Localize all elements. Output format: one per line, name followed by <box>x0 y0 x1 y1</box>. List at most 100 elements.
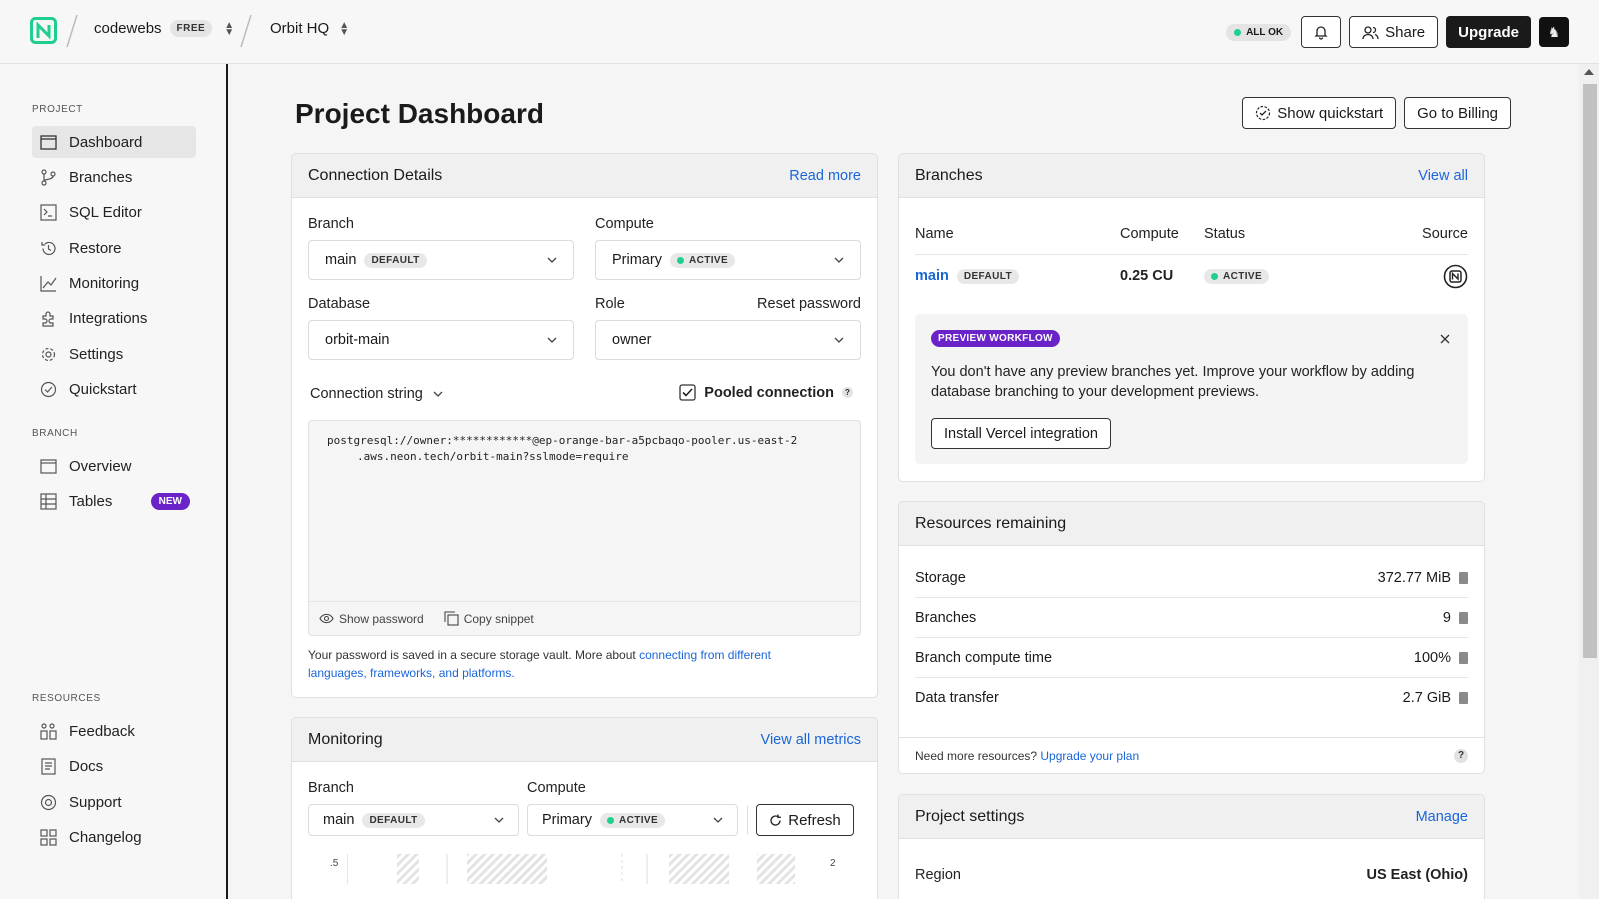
preview-workflow-panel: PREVIEW WORKFLOW You don't have any prev… <box>915 314 1468 464</box>
chart-axis-right: 2 <box>830 858 836 869</box>
sidebar-item-support[interactable]: Support <box>32 786 196 818</box>
sidebar-item-dashboard[interactable]: Dashboard <box>32 126 196 158</box>
install-vercel-button[interactable]: Install Vercel integration <box>931 418 1111 449</box>
page-scrollbar[interactable] <box>1579 64 1599 899</box>
role-value: owner <box>612 332 652 348</box>
notifications-button[interactable] <box>1301 16 1342 48</box>
compute-value: Primary <box>612 252 662 268</box>
connection-string-dropdown[interactable]: Connection string <box>310 386 443 402</box>
role-select[interactable]: owner <box>595 320 861 360</box>
copy-snippet-button[interactable]: Copy snippet <box>444 611 534 626</box>
resource-label: Storage <box>915 569 966 586</box>
sidebar-item-label: Tables <box>69 492 113 510</box>
column-header-compute: Compute <box>1120 226 1179 242</box>
monitoring-branch-select[interactable]: main DEFAULT <box>308 804 519 836</box>
sidebar-item-monitoring[interactable]: Monitoring <box>32 267 196 299</box>
reset-password-link[interactable]: Reset password <box>757 296 861 312</box>
status-text: ALL OK <box>1246 26 1284 38</box>
chevron-updown-icon: ▲ ▼ <box>339 19 350 38</box>
resource-value: 100% <box>1413 649 1451 666</box>
preview-workflow-text: You don't have any preview branches yet.… <box>931 364 1415 400</box>
view-all-metrics-link[interactable]: View all metrics <box>761 732 861 748</box>
main-content: Project Dashboard Show quickstart Go to … <box>228 64 1599 899</box>
compute-select[interactable]: Primary ACTIVE <box>595 240 861 280</box>
checkbox-checked-icon[interactable] <box>679 384 696 401</box>
monitoring-compute-select[interactable]: Primary ACTIVE <box>527 804 738 836</box>
pooled-connection-label: Pooled connection <box>704 384 834 401</box>
chart-hatch-region <box>397 854 419 884</box>
branch-compute-link[interactable]: 0.25 CU <box>1120 268 1173 284</box>
close-icon[interactable] <box>1440 334 1450 344</box>
database-select[interactable]: orbit-main <box>308 320 574 360</box>
usage-bar-icon <box>1459 692 1468 704</box>
share-button[interactable]: Share <box>1349 16 1439 48</box>
manage-settings-link[interactable]: Manage <box>1416 809 1468 825</box>
dashboard-icon <box>40 134 57 150</box>
active-dot-icon <box>676 256 684 264</box>
sidebar-item-overview[interactable]: Overview <box>32 450 196 482</box>
sidebar-item-restore[interactable]: Restore <box>32 232 196 264</box>
sidebar-item-settings[interactable]: Settings <box>32 338 196 370</box>
sidebar-item-branches[interactable]: Branches <box>32 161 196 193</box>
org-switcher[interactable]: codewebs FREE ▲ ▼ <box>94 20 234 37</box>
status-badge[interactable]: ALL OK <box>1226 23 1292 41</box>
upgrade-plan-link[interactable]: Upgrade your plan <box>1040 749 1139 763</box>
database-label: Database <box>308 296 371 312</box>
restore-icon <box>41 241 56 255</box>
active-tag-text: ACTIVE <box>688 254 729 266</box>
column-header-status: Status <box>1204 226 1246 242</box>
chevron-down-icon <box>494 817 504 823</box>
sidebar-item-tables[interactable]: Tables NEW <box>32 485 196 517</box>
chevron-down-icon <box>834 337 844 343</box>
sidebar-item-changelog[interactable]: Changelog <box>32 821 196 853</box>
chart-hatch-region <box>757 854 795 884</box>
scrollbar-thumb[interactable] <box>1583 84 1597 658</box>
resources-footer: Need more resources? Upgrade your plan ? <box>899 737 1484 773</box>
read-more-link[interactable]: Read more <box>789 168 861 184</box>
scroll-up-icon[interactable] <box>1584 69 1594 75</box>
refresh-button[interactable]: Refresh <box>756 804 854 836</box>
help-icon[interactable]: ? <box>842 387 853 398</box>
new-badge: NEW <box>150 492 190 510</box>
help-icon[interactable]: ? <box>1454 748 1468 763</box>
card-title: Project settings <box>915 807 1025 825</box>
active-tag-text: ACTIVE <box>618 814 659 826</box>
bell-icon <box>1314 26 1328 40</box>
section-label-resources: RESOURCES <box>32 693 101 704</box>
resource-row-branches: Branches 9 <box>915 598 1468 638</box>
breadcrumb-separator-icon <box>66 14 78 48</box>
sidebar-item-feedback[interactable]: Feedback <box>32 715 196 747</box>
user-avatar[interactable]: ♞ <box>1539 17 1569 47</box>
overview-icon <box>40 458 57 474</box>
go-to-billing-button[interactable]: Go to Billing <box>1404 97 1511 129</box>
neon-logo-icon[interactable] <box>30 17 57 44</box>
connection-string-line: postgresql://owner:************@ep-orang… <box>327 434 798 447</box>
active-tag: ACTIVE <box>669 252 736 268</box>
default-tag: DEFAULT <box>364 252 427 268</box>
sidebar-item-docs[interactable]: Docs <box>32 750 196 782</box>
sidebar-item-label: Support <box>69 793 122 811</box>
show-quickstart-button[interactable]: Show quickstart <box>1242 97 1397 129</box>
monitoring-card: Monitoring View all metrics Branch main … <box>291 717 878 899</box>
sidebar-item-label: Branches <box>69 168 133 186</box>
project-switcher[interactable]: Orbit HQ ▲ ▼ <box>270 20 349 37</box>
upgrade-button[interactable]: Upgrade <box>1446 16 1531 48</box>
branch-select[interactable]: main DEFAULT <box>308 240 574 280</box>
project-name: Orbit HQ <box>270 20 330 37</box>
project-settings-card: Project settings Manage Region US East (… <box>898 794 1485 899</box>
view-all-branches-link[interactable]: View all <box>1418 168 1468 184</box>
branch-value: main <box>323 812 355 828</box>
sidebar-item-quickstart[interactable]: Quickstart <box>32 373 196 405</box>
sidebar-item-integrations[interactable]: Integrations <box>32 302 196 334</box>
sidebar-item-sql-editor[interactable]: SQL Editor <box>32 196 196 228</box>
resource-row-storage: Storage 372.77 MiB <box>915 558 1468 598</box>
pooled-connection-toggle[interactable]: Pooled connection ? <box>679 384 853 401</box>
show-password-button[interactable]: Show password <box>319 612 424 626</box>
card-title: Branches <box>915 166 983 184</box>
divider <box>747 806 748 834</box>
connection-string-box[interactable]: postgresql://owner:************@ep-orang… <box>308 420 861 636</box>
show-quickstart-label: Show quickstart <box>1277 104 1384 122</box>
sidebar-item-label: Dashboard <box>69 133 143 151</box>
card-title: Monitoring <box>308 730 383 748</box>
branch-name-link[interactable]: main <box>915 268 949 284</box>
